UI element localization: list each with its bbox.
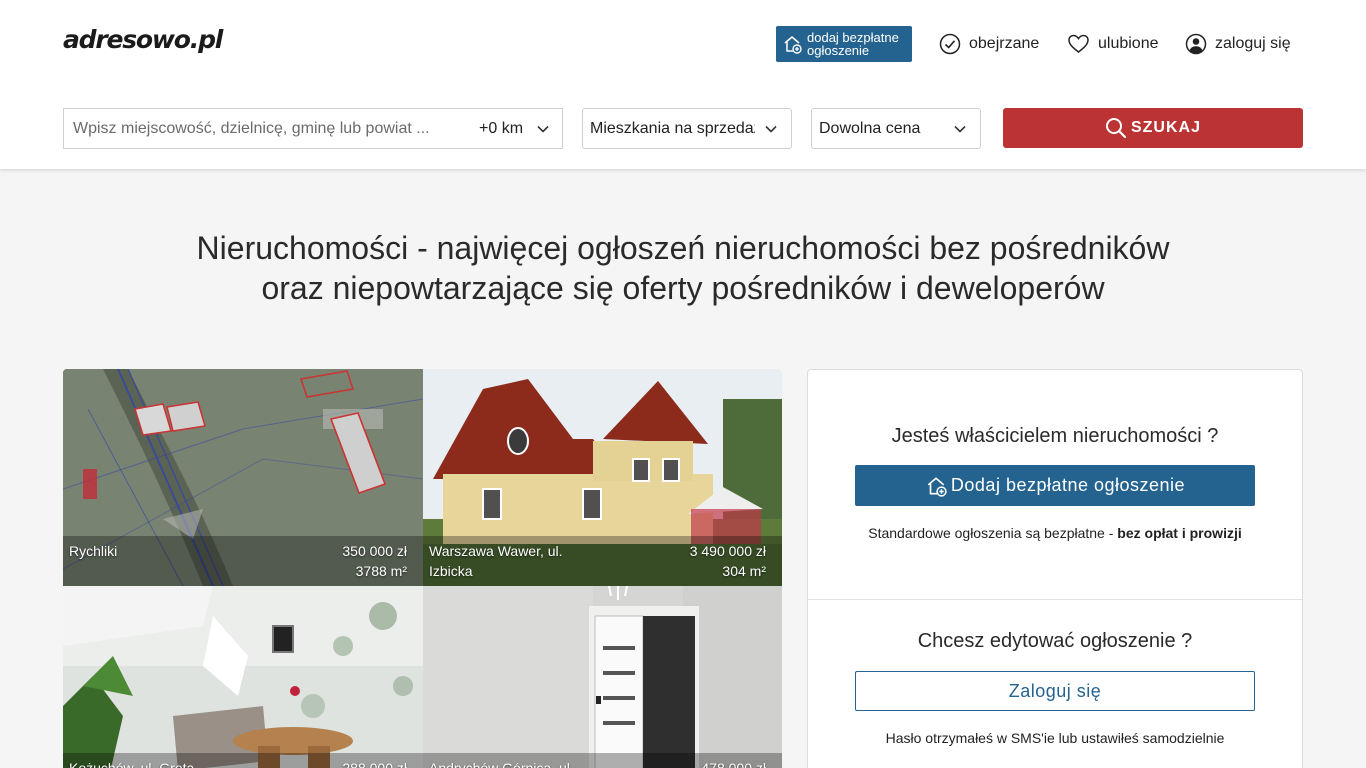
listing-area: 3788 m²: [355, 563, 407, 579]
nav-favorites[interactable]: ulubione: [1067, 32, 1159, 56]
listing-tile[interactable]: Andrychów Górnica, ul. 478 000 zł: [423, 586, 782, 768]
listing-tile[interactable]: Kożuchów, ul. Greta 288 000 zł: [63, 586, 423, 768]
location-placeholder: Wpisz miejscowość, dzielnicę, gminę lub …: [73, 120, 430, 137]
listing-photo: [63, 586, 423, 768]
price-select[interactable]: Dowolna cena: [811, 108, 981, 149]
listing-price: 478 000 zł: [701, 760, 766, 768]
add-free-listing-button[interactable]: Dodaj bezpłatne ogłoszenie: [855, 465, 1255, 506]
owner-card: Jesteś właścicielem nieruchomości ? Doda…: [807, 369, 1303, 768]
add-listing-label: dodaj bezpłatne ogłoszenie: [807, 30, 899, 58]
listing-tile[interactable]: Warszawa Wawer, ul. Izbicka 3 490 000 zł…: [423, 369, 782, 586]
search-icon: [1105, 118, 1127, 139]
free-listing-note-text: Standardowe ogłoszenia są bezpłatne -: [868, 525, 1118, 541]
house-plus-icon: [784, 36, 802, 54]
card-login-button[interactable]: Zaloguj się: [855, 671, 1255, 711]
property-type-value: Mieszkania na sprzedaż: [590, 120, 755, 137]
card-divider: [808, 599, 1302, 600]
listing-price: 288 000 zł: [342, 760, 407, 768]
add-free-listing-label: Dodaj bezpłatne ogłoszenie: [950, 475, 1186, 495]
site-logo[interactable]: adresowo.pl: [63, 25, 223, 54]
price-value: Dowolna cena: [819, 120, 921, 137]
add-listing-button[interactable]: dodaj bezpłatne ogłoszenie: [776, 26, 912, 62]
radius-select-value[interactable]: +0 km: [479, 120, 523, 138]
listing-grid: Rychliki 350 000 zł 3788 m² Warszawa Waw…: [63, 369, 782, 768]
nav-login[interactable]: zaloguj się: [1185, 32, 1291, 56]
nav-favorites-label: ulubione: [1098, 35, 1159, 52]
chevron-down-icon[interactable]: [536, 122, 550, 136]
free-listing-note-bold: bez opłat i prowizji: [1117, 525, 1242, 541]
listing-tile[interactable]: Rychliki 350 000 zł 3788 m²: [63, 369, 423, 586]
headline-line-1: Nieruchomości - najwięcej ogłoszeń nieru…: [196, 230, 1170, 266]
free-listing-note: Standardowe ogłoszenia są bezpłatne - be…: [808, 525, 1302, 541]
listing-location: Rychliki: [69, 543, 118, 559]
listing-location: Kożuchów, ul. Greta: [69, 760, 195, 768]
nav-login-label: zaloguj się: [1215, 35, 1291, 52]
nav-viewed[interactable]: obejrzane: [939, 32, 1039, 56]
listing-price: 3 490 000 zł: [689, 543, 766, 559]
listing-price: 350 000 zł: [342, 543, 407, 559]
check-circle-icon: [939, 33, 961, 55]
password-note: Hasło otrzymałeś w SMS'ie lub ustawiłeś …: [885, 730, 1225, 746]
house-plus-icon: [927, 476, 947, 497]
listing-caption: Andrychów Górnica, ul. 478 000 zł: [423, 753, 782, 768]
edit-question: Chcesz edytować ogłoszenie ?: [917, 630, 1193, 652]
property-type-select[interactable]: Mieszkania na sprzedaż: [582, 108, 792, 149]
chevron-down-icon: [765, 125, 777, 133]
listing-photo: [423, 586, 782, 768]
location-search-input[interactable]: Wpisz miejscowość, dzielnicę, gminę lub …: [63, 108, 563, 149]
headline-line-2: oraz niepowtarzające się oferty pośredni…: [261, 270, 1105, 306]
owner-question: Jesteś właścicielem nieruchomości ?: [891, 425, 1219, 447]
listing-caption: Warszawa Wawer, ul. Izbicka 3 490 000 zł…: [423, 536, 782, 586]
listing-caption: Kożuchów, ul. Greta 288 000 zł: [63, 753, 423, 768]
chevron-down-icon: [954, 125, 966, 133]
listing-location: Andrychów Górnica, ul.: [429, 760, 574, 768]
page-headline: Nieruchomości - najwięcej ogłoszeń nieru…: [0, 228, 1366, 308]
search-button[interactable]: SZUKAJ: [1003, 108, 1303, 148]
user-circle-icon: [1185, 33, 1207, 55]
listing-caption: Rychliki 350 000 zł 3788 m²: [63, 536, 423, 586]
nav-viewed-label: obejrzane: [969, 35, 1040, 52]
listing-area: 304 m²: [722, 563, 766, 579]
listing-location: Warszawa Wawer, ul. Izbicka: [429, 543, 563, 579]
search-button-label: SZUKAJ: [1130, 119, 1201, 136]
heart-icon: [1068, 34, 1089, 53]
top-bar: adresowo.pl dodaj bezpłatne ogłoszenie o…: [0, 0, 1366, 169]
